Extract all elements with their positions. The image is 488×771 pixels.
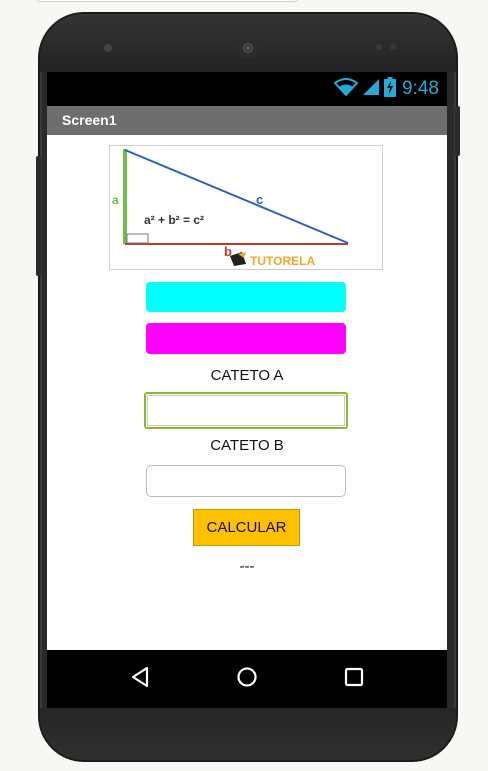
recents-icon bbox=[344, 667, 364, 692]
home-icon bbox=[236, 666, 258, 693]
app-screen: a c b a² + b² = c² TUTORELA CATETO A CAT… bbox=[47, 135, 447, 650]
cateto-b-input[interactable] bbox=[146, 465, 346, 497]
calculate-button[interactable]: CALCULAR bbox=[193, 509, 300, 546]
screen-title: Screen1 bbox=[62, 112, 117, 128]
navigation-bar bbox=[47, 650, 447, 708]
wifi-icon bbox=[333, 77, 359, 101]
cateto-b-label: CATETO B bbox=[210, 437, 284, 454]
top-input-fragment bbox=[36, 0, 298, 2]
side-a-label: a bbox=[112, 193, 119, 207]
back-button[interactable] bbox=[122, 661, 158, 697]
battery-charging-icon bbox=[384, 76, 397, 102]
side-c-label: c bbox=[256, 192, 263, 207]
tutorela-logo: TUTORELA bbox=[230, 252, 315, 268]
formula-text: a² + b² = c² bbox=[144, 213, 204, 227]
volume-button bbox=[36, 156, 41, 276]
earpiece bbox=[238, 38, 258, 58]
recents-button[interactable] bbox=[336, 661, 372, 697]
right-angle-mark bbox=[126, 233, 149, 244]
home-button[interactable] bbox=[229, 661, 265, 697]
phone-bottom-bezel bbox=[40, 708, 456, 760]
hypotenuse-line bbox=[124, 149, 349, 244]
signal-icon bbox=[362, 78, 380, 101]
status-bar: 9:48 bbox=[47, 72, 447, 106]
cateto-a-label: CATETO A bbox=[210, 367, 284, 384]
pythagoras-image: a c b a² + b² = c² TUTORELA bbox=[109, 145, 383, 270]
cateto-a-input-inner bbox=[147, 395, 345, 426]
magenta-button[interactable] bbox=[146, 323, 346, 354]
status-time: 9:48 bbox=[402, 78, 439, 99]
power-button bbox=[455, 106, 460, 156]
front-sensor bbox=[104, 44, 112, 52]
proximity-sensor bbox=[376, 44, 382, 50]
title-bar: Screen1 bbox=[47, 106, 447, 135]
cateto-a-input[interactable] bbox=[144, 392, 348, 429]
cyan-button[interactable] bbox=[146, 282, 346, 312]
light-sensor bbox=[390, 44, 396, 50]
brand-text: TUTORELA bbox=[250, 254, 315, 268]
result-text: --- bbox=[239, 558, 255, 575]
status-icons bbox=[333, 76, 397, 102]
back-icon bbox=[130, 666, 150, 693]
